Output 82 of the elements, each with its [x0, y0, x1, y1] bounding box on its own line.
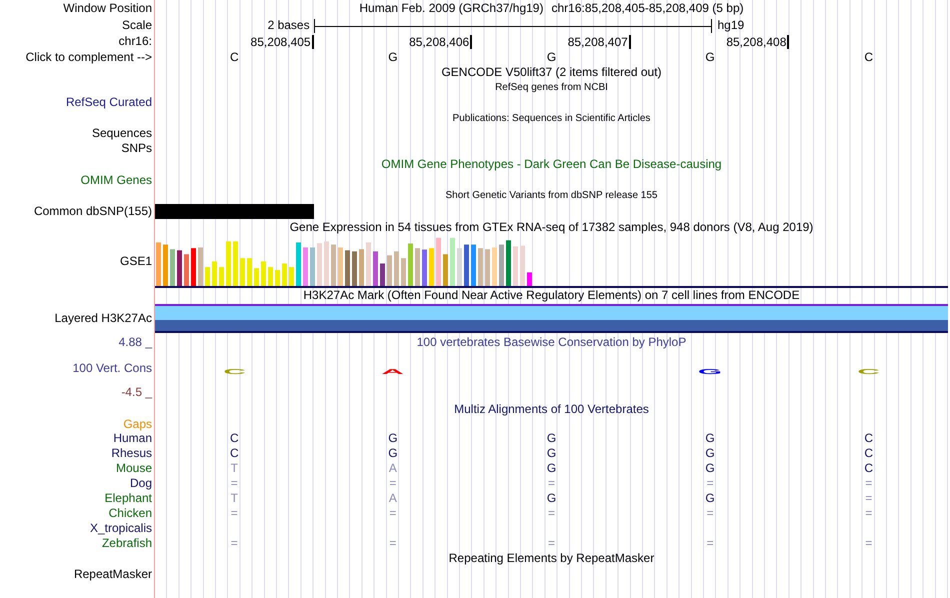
assembly-label: hg19 [717, 19, 744, 33]
base-letter: G [546, 446, 556, 460]
species-label[interactable]: X_tropicalis [90, 522, 152, 536]
base-letter: C [230, 446, 239, 460]
species-label[interactable]: Chicken [108, 506, 152, 520]
base-letter: C [864, 446, 874, 460]
base-letter: = [548, 476, 555, 490]
base-letter: G [705, 492, 715, 506]
axis-min-label: -4.5 _ [121, 386, 152, 400]
track-label[interactable]: RepeatMasker [74, 568, 152, 582]
track-title: Gene Expression in 54 tissues from GTEx RNA-seq of 17382 samples, 948 donors (V8, Aug 2019) [290, 220, 814, 234]
row-label: Window Position [63, 2, 152, 16]
species-label[interactable]: Zebrafish [102, 536, 152, 550]
base-letter: G [388, 446, 398, 460]
base-letter: T [230, 462, 238, 476]
coordinate-label: 85,208,406 [409, 35, 472, 49]
base-letter: = [865, 536, 872, 550]
track-label[interactable]: Sequences [92, 126, 152, 140]
species-label[interactable]: Dog [130, 476, 152, 490]
assembly-text: Human Feb. 2009 (GRCh37/hg19) [359, 2, 544, 16]
base-letter: G [705, 446, 715, 460]
track-title: 100 vertebrates Basewise Conservation by PhyloP [416, 336, 686, 350]
species-label[interactable]: Human [113, 432, 152, 446]
base-letter: G [705, 50, 715, 64]
base-letter: G [546, 492, 556, 506]
base-letter: = [865, 476, 872, 490]
axis-max-label: 4.88 _ [118, 336, 152, 350]
base-letter: = [548, 506, 555, 520]
base-letter: C [864, 462, 874, 476]
base-letter: = [389, 506, 396, 520]
track-label[interactable]: SNPs [121, 142, 152, 156]
base-letter: = [389, 476, 396, 490]
scale-text: 2 bases [268, 19, 310, 33]
base-letter: G [388, 50, 398, 64]
base-letter: = [706, 536, 714, 550]
base-letter: C [230, 50, 239, 64]
base-letter: = [230, 506, 238, 520]
species-label[interactable]: Elephant [104, 492, 152, 506]
track-title: Repeating Elements by RepeatMasker [448, 552, 654, 566]
track-title: OMIM Gene Phenotypes - Dark Green Can Be Disease-causing [381, 158, 722, 172]
base-letter: G [705, 432, 715, 446]
position-range: chr16:85,208,405-85,208,409 (5 bp) [551, 2, 744, 16]
track-label[interactable]: 100 Vert. Cons [72, 362, 152, 376]
track-label[interactable]: GSE1 [120, 255, 152, 269]
base-letter: G [388, 432, 398, 446]
track-title: Multiz Alignments of 100 Vertebrates [454, 402, 649, 416]
base-letter: = [706, 476, 714, 490]
base-letter: = [389, 536, 396, 550]
track-title: Short Genetic Variants from dbSNP release 155 [446, 190, 658, 202]
base-letter: A [388, 492, 397, 506]
track-label[interactable]: RefSeq Curated [66, 96, 152, 110]
species-label[interactable]: Rhesus [111, 446, 152, 460]
base-letter: C [864, 50, 874, 64]
base-letter: = [865, 506, 872, 520]
base-letter: C [864, 432, 874, 446]
track-label[interactable]: Common dbSNP(155) [34, 204, 152, 218]
base-letter: G [546, 432, 556, 446]
base-letter: T [230, 492, 238, 506]
base-letter: = [230, 536, 238, 550]
base-letter: = [865, 492, 872, 506]
complement-link[interactable]: Click to complement --> [26, 50, 152, 64]
track-label[interactable]: OMIM Genes [80, 174, 152, 188]
coordinate-label: 85,208,407 [568, 35, 631, 49]
track-title: GENCODE V50lift37 (2 items filtered out) [441, 66, 662, 80]
base-letter: C [230, 432, 239, 446]
track-title: H3K27Ac Mark (Often Found Near Active Regulatory Elements) on 7 cell lines from ENCODE [303, 289, 800, 303]
coordinate-label: 85,208,408 [726, 35, 790, 49]
track-title: Publications: Sequences in Scientific Articles [452, 112, 650, 124]
base-letter: A [388, 462, 397, 476]
base-letter: = [548, 536, 555, 550]
track-title: RefSeq genes from NCBI [495, 82, 608, 94]
base-letter: = [706, 506, 714, 520]
base-letter: G [546, 462, 556, 476]
snp-feature[interactable] [155, 204, 314, 219]
base-letter: G [546, 50, 556, 64]
base-letter: G [705, 462, 715, 476]
species-label[interactable]: Mouse [116, 462, 152, 476]
base-letter: = [230, 476, 238, 490]
track-label[interactable]: Layered H3K27Ac [54, 312, 152, 326]
row-label: chr16: [118, 35, 152, 49]
coordinate-label: 85,208,405 [250, 35, 314, 49]
row-label: Scale [122, 19, 152, 33]
